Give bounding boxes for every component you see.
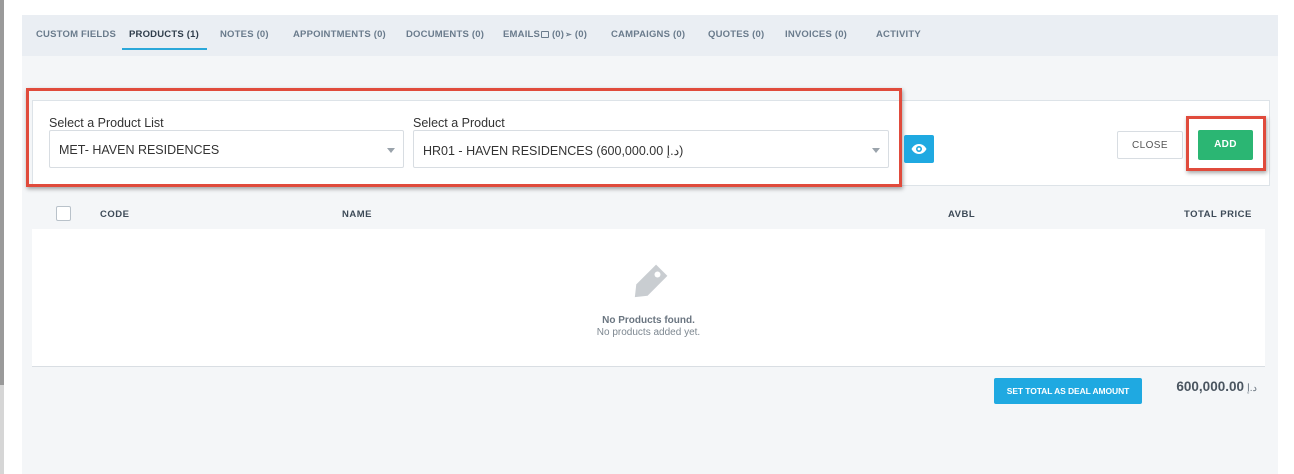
- tab-emails-received-count: (0): [551, 29, 565, 40]
- price-tag-icon: [634, 264, 668, 298]
- column-avbl[interactable]: AVBL: [948, 209, 975, 220]
- close-button[interactable]: CLOSE: [1117, 131, 1183, 159]
- scrollbar-thumb[interactable]: [0, 0, 4, 385]
- tab-emails[interactable]: EMAILS (0)➢ (0): [503, 29, 587, 40]
- tab-custom-fields[interactable]: CUSTOM FIELDS: [36, 29, 116, 40]
- tab-activity[interactable]: ACTIVITY: [876, 29, 921, 40]
- active-tab-indicator: [122, 48, 207, 50]
- eye-icon: [911, 144, 927, 154]
- currency-symbol: د.إ: [1246, 383, 1257, 394]
- column-total-price[interactable]: TOTAL PRICE: [1184, 209, 1252, 220]
- tab-emails-sent-count: (0): [574, 29, 588, 40]
- tab-emails-label: EMAILS: [503, 29, 541, 40]
- tab-notes[interactable]: NOTES (0): [220, 29, 269, 40]
- tab-appointments[interactable]: APPOINTMENTS (0): [293, 29, 386, 40]
- set-total-as-deal-amount-button[interactable]: SET TOTAL AS DEAL AMOUNT: [994, 378, 1142, 404]
- window-scrollbar[interactable]: [0, 0, 4, 474]
- highlight-box-product-selection: [26, 88, 902, 187]
- total-value: 600,000.00: [1176, 379, 1244, 394]
- preview-product-button[interactable]: [904, 135, 934, 163]
- empty-state-subtitle: No products added yet.: [596, 327, 701, 338]
- tab-campaigns[interactable]: CAMPAIGNS (0): [611, 29, 685, 40]
- column-name[interactable]: NAME: [342, 209, 372, 220]
- send-icon: ➢: [565, 30, 573, 39]
- tab-products[interactable]: PRODUCTS (1): [129, 29, 199, 40]
- empty-state-title: No Products found.: [602, 315, 695, 326]
- envelope-icon: [541, 31, 550, 38]
- products-table-header: CODE NAME AVBL TOTAL PRICE: [32, 200, 1265, 230]
- tab-bar: CUSTOM FIELDS PRODUCTS (1) NOTES (0) APP…: [22, 15, 1278, 56]
- select-all-checkbox[interactable]: [56, 206, 71, 221]
- tab-documents[interactable]: DOCUMENTS (0): [406, 29, 484, 40]
- products-table-body: No Products found. No products added yet…: [32, 229, 1265, 367]
- tab-quotes[interactable]: QUOTES (0): [708, 29, 764, 40]
- tab-invoices[interactable]: INVOICES (0): [785, 29, 847, 40]
- highlight-box-add-button: [1186, 116, 1266, 171]
- column-code[interactable]: CODE: [100, 209, 129, 220]
- total-amount: 600,000.00 د.إ: [1150, 379, 1257, 394]
